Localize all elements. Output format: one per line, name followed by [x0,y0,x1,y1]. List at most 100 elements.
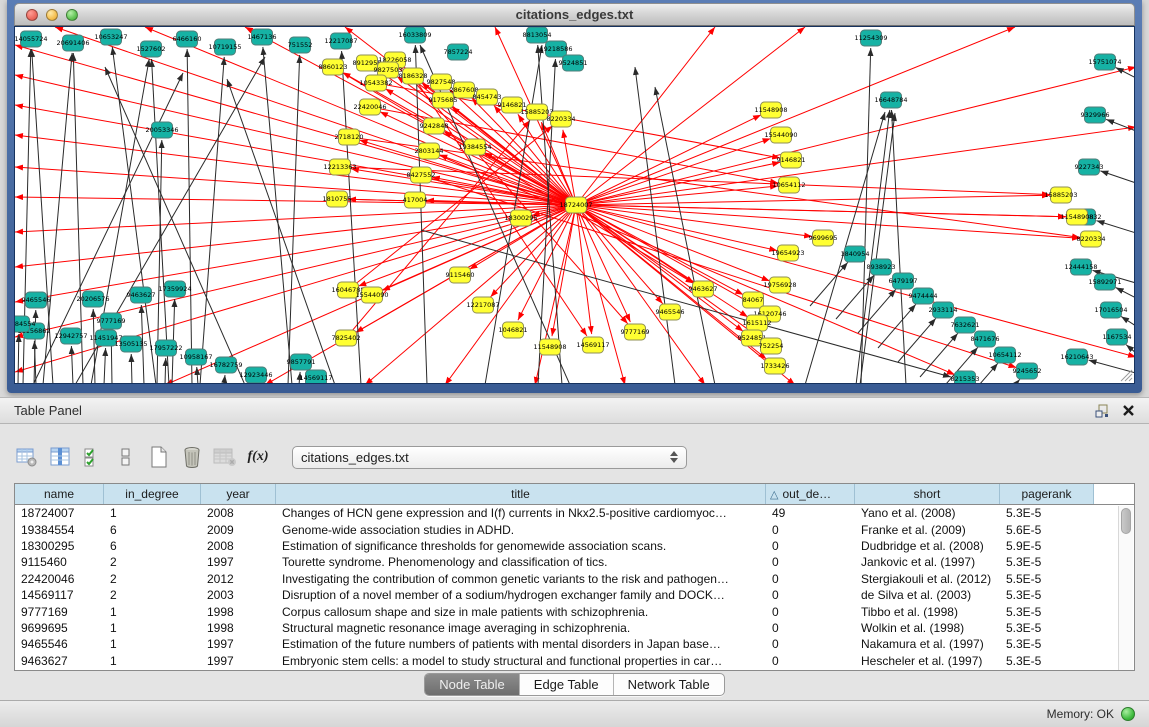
graph-node[interactable]: 8938923 [867,259,896,275]
table-row[interactable]: 946554611997Estimation of the future num… [15,636,1134,652]
delete-table-button[interactable] [212,444,238,470]
graph-node[interactable]: 15885203 [1044,187,1077,203]
graph-node[interactable]: 9245652 [1013,363,1042,379]
table-row[interactable]: 911546021997Tourette syndrome. Phenomeno… [15,554,1134,570]
table-row[interactable]: 1456911722003Disruption of a novel membe… [15,587,1134,603]
graph-node[interactable]: 7857224 [444,44,473,60]
graph-node[interactable]: 9242848 [420,118,449,134]
graph-node[interactable]: 11548908 [533,339,566,355]
column-header-pagerank[interactable]: pagerank [1000,484,1094,504]
graph-node[interactable]: 9465546 [656,304,685,320]
graph-node[interactable]: 84067 [743,292,764,308]
graph-node[interactable]: 9146821 [777,152,806,168]
graph-node[interactable]: 9329966 [1081,107,1110,123]
column-header-name[interactable]: name [15,484,104,504]
graph-node[interactable]: 10719155 [208,39,241,55]
graph-node[interactable]: 2718120 [335,129,364,145]
graph-node[interactable]: 9857791 [287,354,316,370]
graph-node[interactable]: 12213363 [323,159,356,175]
graph-node[interactable]: 10958167 [179,349,212,365]
column-header-short[interactable]: short [855,484,1000,504]
graph-node[interactable]: 12444158 [1064,259,1097,275]
graph-node[interactable]: 1810755 [323,191,352,207]
table-selector-dropdown[interactable]: citations_edges.txt [292,446,687,469]
graph-node[interactable]: 19756928 [763,277,796,293]
graph-node[interactable]: 11254309 [854,30,887,46]
graph-node[interactable]: 417004 [403,192,428,208]
table-row[interactable]: 1938455462009Genome-wide association stu… [15,521,1134,537]
graph-node[interactable]: 9465546 [22,292,51,308]
graph-node[interactable]: 20206576 [76,291,109,307]
scrollbar-thumb[interactable] [1121,508,1131,534]
graph-node[interactable]: 9699695 [809,230,838,246]
table-settings-button[interactable] [14,444,40,470]
graph-node[interactable]: 8813054 [523,27,552,43]
graph-node[interactable]: 1527602 [137,41,166,57]
memory-ok-indicator-icon[interactable] [1121,707,1135,721]
graph-node[interactable]: 1733426 [761,358,790,374]
graph-node[interactable]: 16648784 [874,92,907,108]
close-panel-icon[interactable] [1122,404,1135,417]
column-header-year[interactable]: year [201,484,276,504]
graph-node[interactable]: 17957222 [149,340,182,356]
resize-grip-icon[interactable] [1117,366,1133,382]
graph-node[interactable]: 1615112 [743,315,772,331]
graph-node[interactable]: 9175685 [429,92,458,108]
graph-node[interactable]: 16210643 [1060,349,1093,365]
graph-node[interactable]: 1840954 [841,246,870,262]
graph-node[interactable]: 16033809 [398,27,431,43]
graph-node[interactable]: 9463627 [127,287,156,303]
graph-node[interactable]: 16782759 [209,357,242,373]
delete-entries-button[interactable] [179,444,205,470]
graph-node[interactable]: 7825402 [332,330,361,346]
graph-node[interactable]: 17016504 [1094,302,1127,318]
column-header-in_degree[interactable]: in_degree [104,484,201,504]
tab-edge-table[interactable]: Edge Table [520,674,614,695]
graph-node[interactable]: 9777169 [97,313,126,329]
column-header-title[interactable]: title [276,484,766,504]
network-canvas[interactable]: 1405572420691406106532471527602646616010… [14,26,1135,384]
graph-node[interactable]: 20053346 [145,122,178,138]
table-row[interactable]: 2242004622012Investigating the contribut… [15,571,1134,587]
graph-node[interactable]: 9227343 [1075,159,1104,175]
graph-node[interactable]: 8186328 [399,68,428,84]
function-builder-button[interactable]: f(x) [245,444,271,470]
show-columns-button[interactable] [47,444,73,470]
graph-node[interactable]: 1167534 [1103,329,1132,345]
graph-node[interactable]: 9777169 [621,324,650,340]
graph-node[interactable]: 1467136 [248,29,277,45]
graph-node[interactable]: 8860123 [319,59,348,75]
graph-node[interactable]: 751552 [288,37,313,53]
graph-node[interactable]: 1046821 [499,322,528,338]
graph-node[interactable]: 10654112 [772,177,805,193]
graph-node[interactable]: 8220334 [1077,231,1106,247]
window-titlebar[interactable]: citations_edges.txt [14,3,1135,26]
table-row[interactable]: 977716911998Corpus callosum shape and si… [15,603,1134,619]
graph-node[interactable]: 19654923 [771,245,804,261]
graph-node[interactable]: 2933114 [929,302,958,318]
graph-node[interactable]: 8427552 [407,167,436,183]
graph-node[interactable]: 14055724 [15,31,48,47]
table-row[interactable]: 946362711997Embryonic stem cells: a mode… [15,653,1134,669]
graph-node[interactable]: 15544090 [764,127,797,143]
graph-node[interactable]: 8220334 [547,111,576,127]
graph-node[interactable]: 9463627 [689,281,718,297]
graph-node[interactable]: 12217087 [466,297,499,313]
float-panel-icon[interactable] [1094,403,1110,419]
graph-node[interactable]: 12923446 [239,367,272,383]
merge-tables-button[interactable] [113,444,139,470]
graph-node[interactable]: 752254 [759,338,784,354]
table-scrollbar[interactable] [1118,506,1133,671]
network-graph[interactable]: 1405572420691406106532471527602646616010… [15,27,1135,384]
tab-network-table[interactable]: Network Table [614,674,724,695]
graph-node[interactable]: 12217087 [324,33,357,49]
graph-node[interactable]: 9115460 [446,267,475,283]
table-row[interactable]: 969969511998Structural magnetic resonanc… [15,620,1134,636]
graph-node[interactable]: 8215353 [951,371,980,384]
column-header-out_degree[interactable]: △out_de… [766,484,855,504]
new-document-button[interactable] [146,444,172,470]
graph-node[interactable]: 8471676 [971,331,1000,347]
select-rows-button[interactable] [80,444,106,470]
table-row[interactable]: 1830029562008Estimation of significance … [15,538,1134,554]
graph-node[interactable]: 14569117 [299,370,332,384]
